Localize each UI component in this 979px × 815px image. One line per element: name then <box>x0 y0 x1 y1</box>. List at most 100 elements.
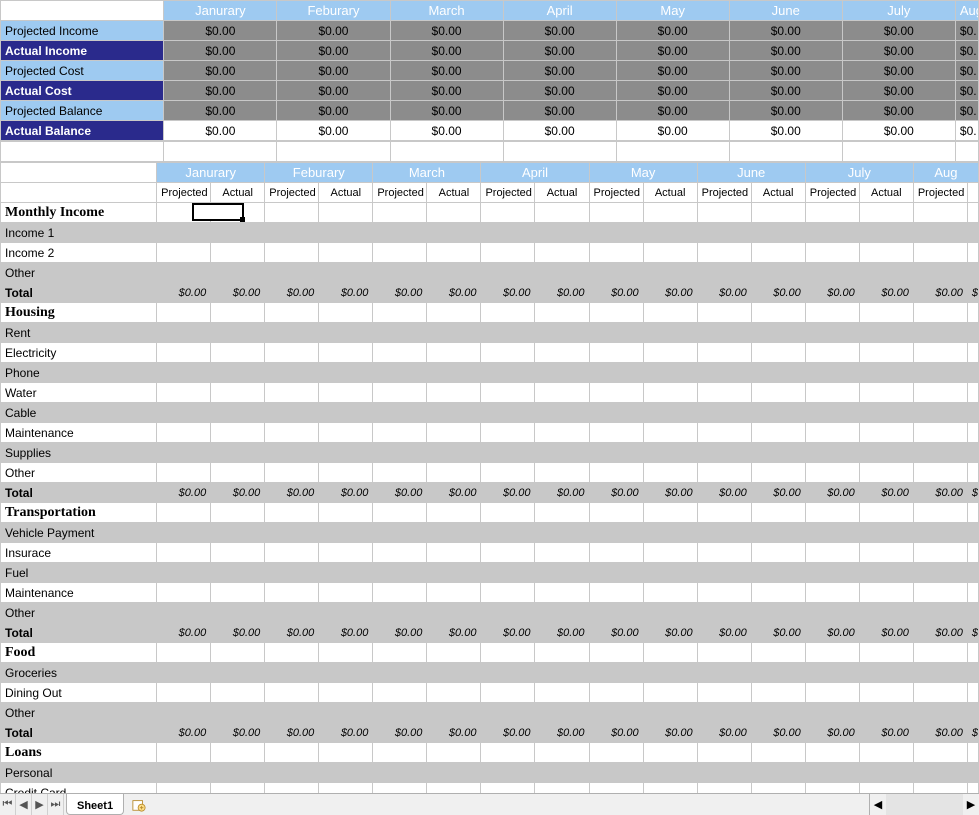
cell[interactable] <box>805 243 859 263</box>
summary-cell[interactable]: $0.00 <box>616 101 729 121</box>
sub-header[interactable]: Projected <box>265 183 319 203</box>
cell[interactable] <box>211 583 265 603</box>
summary-cell[interactable]: $0.00 <box>277 61 390 81</box>
cell[interactable] <box>373 403 427 423</box>
cell[interactable] <box>373 603 427 623</box>
summary-cell-partial[interactable]: $0. <box>955 41 978 61</box>
cell[interactable] <box>373 223 427 243</box>
month-header[interactable]: Feburary <box>265 163 373 183</box>
cell[interactable] <box>157 223 211 243</box>
total-cell[interactable]: $0.00 <box>157 623 211 643</box>
cell[interactable] <box>967 403 978 423</box>
cell[interactable] <box>481 363 535 383</box>
cell[interactable] <box>643 303 697 323</box>
cell[interactable] <box>427 503 481 523</box>
summary-cell[interactable]: $0.00 <box>729 121 842 141</box>
cell[interactable] <box>265 263 319 283</box>
cell[interactable] <box>967 443 978 463</box>
cell[interactable] <box>859 523 913 543</box>
cell[interactable] <box>859 643 913 663</box>
cell[interactable] <box>805 603 859 623</box>
total-cell[interactable]: $0.00 <box>805 723 859 743</box>
total-cell[interactable]: $0.00 <box>913 483 967 503</box>
total-cell[interactable]: $0.00 <box>859 483 913 503</box>
cell[interactable] <box>373 523 427 543</box>
cell[interactable] <box>913 603 967 623</box>
cell[interactable] <box>751 683 805 703</box>
cell[interactable] <box>697 703 751 723</box>
cell[interactable] <box>427 783 481 794</box>
cell[interactable] <box>643 323 697 343</box>
cell[interactable] <box>265 223 319 243</box>
cell[interactable] <box>805 703 859 723</box>
cell[interactable] <box>535 223 589 243</box>
summary-cell[interactable]: $0.00 <box>390 61 503 81</box>
summary-cell[interactable]: $0.00 <box>164 81 277 101</box>
cell[interactable] <box>535 343 589 363</box>
cell[interactable] <box>913 703 967 723</box>
total-cell[interactable]: $0.00 <box>481 483 535 503</box>
cell[interactable] <box>697 303 751 323</box>
cell[interactable] <box>967 743 978 763</box>
cell[interactable] <box>265 503 319 523</box>
cell[interactable] <box>427 443 481 463</box>
cell[interactable] <box>535 403 589 423</box>
sub-header[interactable]: Projected <box>697 183 751 203</box>
summary-row-label[interactable]: Projected Income <box>1 21 164 41</box>
cell[interactable] <box>967 583 978 603</box>
cell[interactable] <box>805 783 859 794</box>
sub-header[interactable]: Actual <box>859 183 913 203</box>
cell[interactable] <box>157 343 211 363</box>
cell[interactable] <box>751 423 805 443</box>
sub-header[interactable]: Projected <box>481 183 535 203</box>
cell[interactable] <box>427 303 481 323</box>
cell[interactable] <box>319 583 373 603</box>
cell[interactable] <box>697 403 751 423</box>
total-cell[interactable]: $0.00 <box>427 283 481 303</box>
cell[interactable] <box>535 663 589 683</box>
total-cell[interactable]: $0.00 <box>373 483 427 503</box>
summary-cell[interactable]: $0.00 <box>164 41 277 61</box>
cell[interactable] <box>427 683 481 703</box>
cell[interactable] <box>967 303 978 323</box>
cell[interactable] <box>481 323 535 343</box>
cell[interactable] <box>967 343 978 363</box>
cell[interactable] <box>265 443 319 463</box>
item-label[interactable]: Other <box>1 463 157 483</box>
cell[interactable] <box>589 383 643 403</box>
cell[interactable] <box>913 223 967 243</box>
summary-cell[interactable]: $0.00 <box>164 121 277 141</box>
cell[interactable] <box>859 703 913 723</box>
summary-cell[interactable]: $0.00 <box>277 121 390 141</box>
cell[interactable] <box>535 503 589 523</box>
cell[interactable] <box>211 663 265 683</box>
item-label[interactable]: Income 1 <box>1 223 157 243</box>
month-header[interactable]: July <box>805 163 913 183</box>
cell[interactable] <box>535 603 589 623</box>
cell[interactable] <box>481 403 535 423</box>
total-cell[interactable]: $0.00 <box>319 283 373 303</box>
month-header[interactable]: Feburary <box>277 1 390 21</box>
cell[interactable] <box>427 583 481 603</box>
section-title[interactable]: Monthly Income <box>1 203 157 223</box>
cell[interactable] <box>589 203 643 223</box>
cell[interactable] <box>805 203 859 223</box>
cell[interactable] <box>481 223 535 243</box>
cell[interactable] <box>157 403 211 423</box>
cell[interactable] <box>589 523 643 543</box>
cell[interactable] <box>427 463 481 483</box>
cell[interactable] <box>427 663 481 683</box>
cell[interactable] <box>481 423 535 443</box>
cell[interactable] <box>589 443 643 463</box>
cell[interactable] <box>589 263 643 283</box>
cell[interactable] <box>427 363 481 383</box>
cell[interactable] <box>535 423 589 443</box>
cell[interactable] <box>481 763 535 783</box>
cell[interactable] <box>481 603 535 623</box>
cell[interactable] <box>481 243 535 263</box>
summary-cell[interactable]: $0.00 <box>390 21 503 41</box>
cell[interactable] <box>967 643 978 663</box>
total-cell[interactable]: $0.00 <box>589 623 643 643</box>
total-cell[interactable]: $0.00 <box>319 623 373 643</box>
cell[interactable] <box>427 403 481 423</box>
